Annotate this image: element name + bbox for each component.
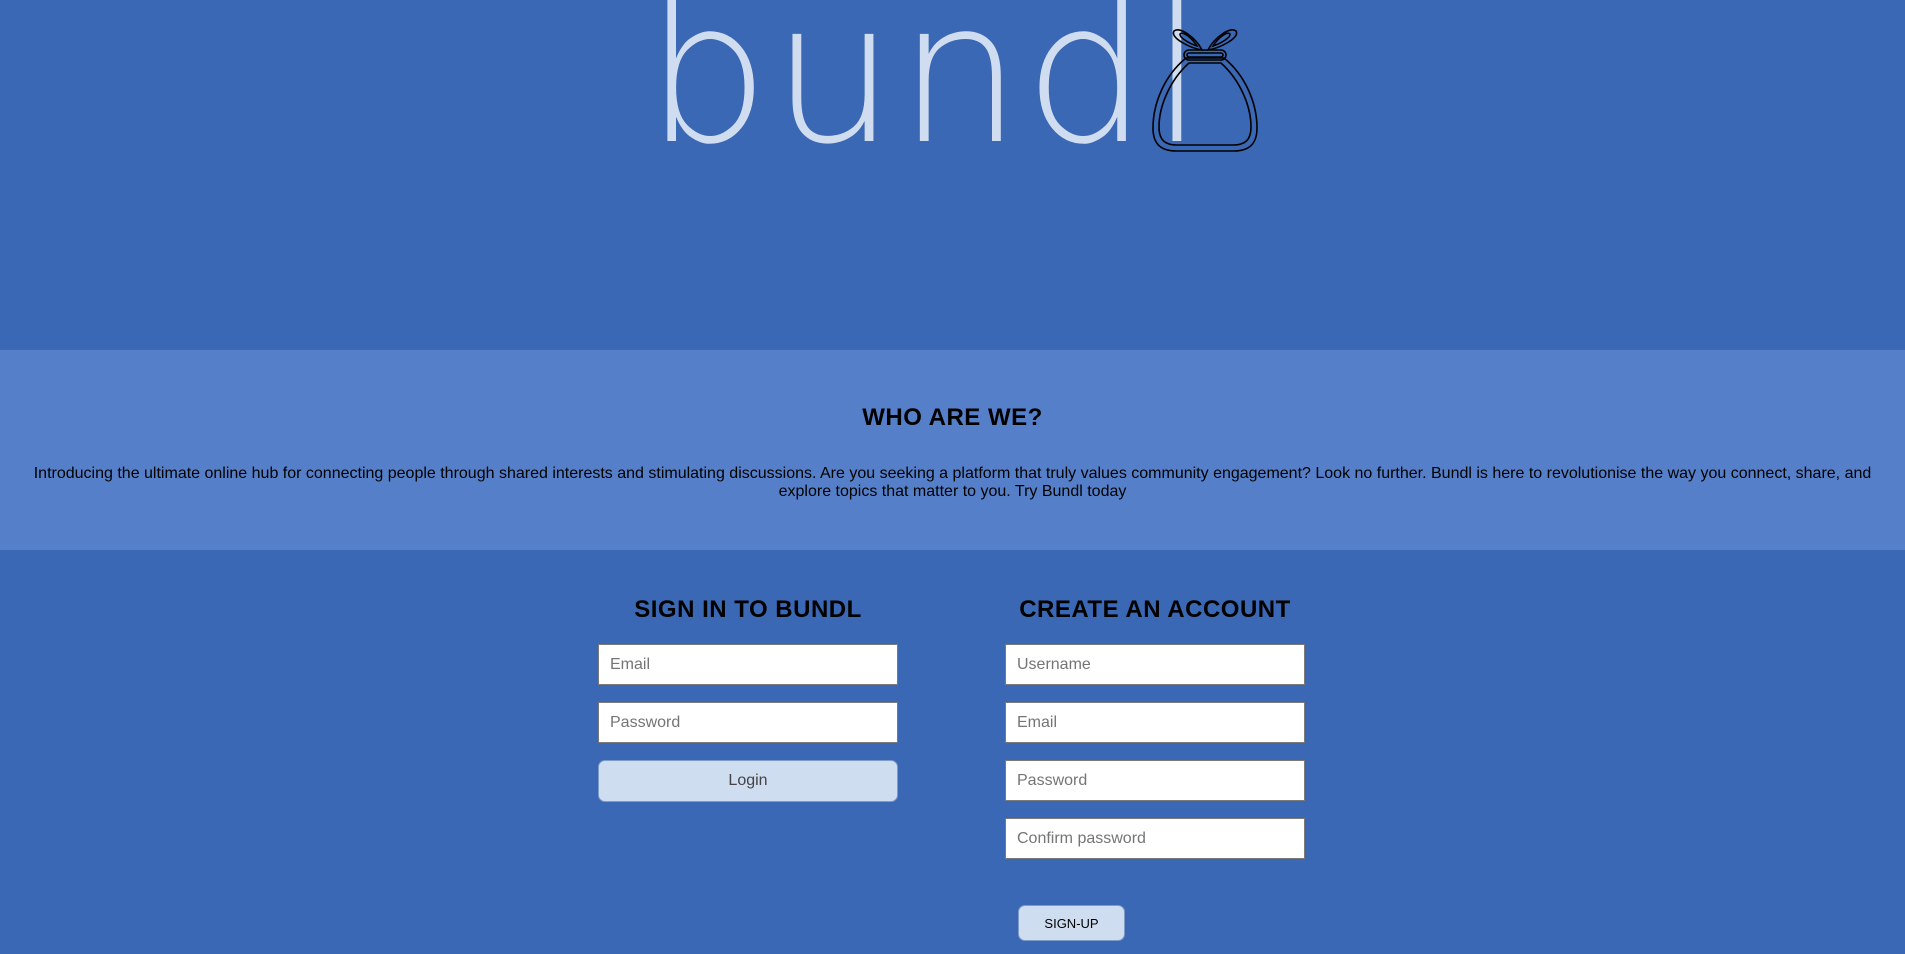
signup-password-field[interactable] [1005,760,1305,801]
landing-page: bundl WHO ARE WE? Introducing the ultima… [0,0,1905,954]
signup-title: CREATE AN ACCOUNT [1019,596,1291,623]
signin-title: SIGN IN TO BUNDL [634,596,862,623]
signin-password-field[interactable] [598,702,898,743]
login-button[interactable]: Login [598,760,898,802]
signup-email-field[interactable] [1005,702,1305,743]
signup-button[interactable]: SIGN-UP [1018,905,1125,941]
signin-email-field[interactable] [598,644,898,685]
about-section: WHO ARE WE? Introducing the ultimate onl… [0,350,1905,550]
signup-confirm-password-field[interactable] [1005,818,1305,859]
about-description: Introducing the ultimate online hub for … [33,465,1872,500]
about-title: WHO ARE WE? [862,404,1043,431]
signup-username-field[interactable] [1005,644,1305,685]
logo-wordmark: bundl [645,0,1207,188]
header: bundl [0,0,1905,350]
money-bag-icon [1152,29,1258,152]
